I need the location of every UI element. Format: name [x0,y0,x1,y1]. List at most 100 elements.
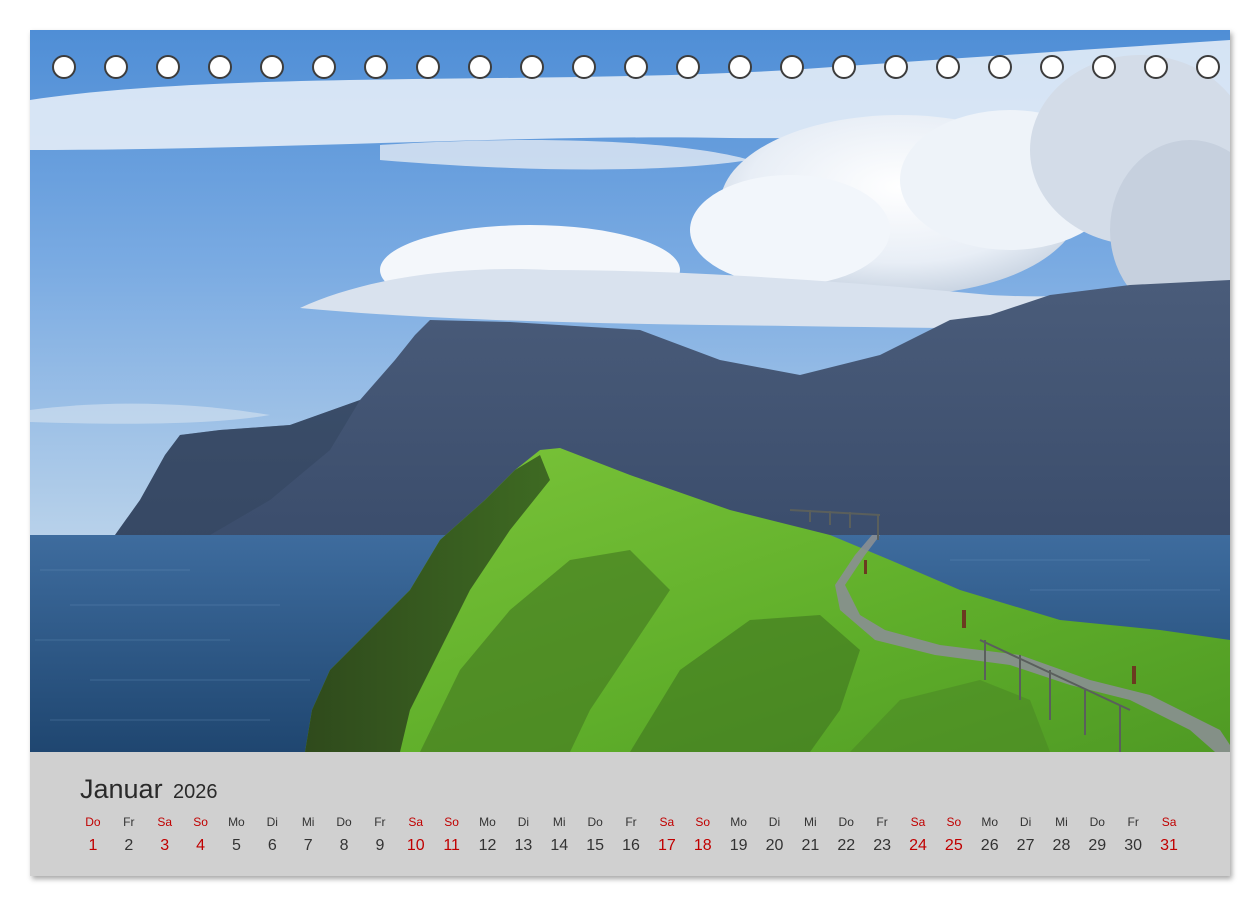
weekday-label: Mi [804,815,817,829]
weekday-label: Mi [1055,815,1068,829]
day-cell: So 11 [434,814,470,856]
day-number: 1 [88,837,98,854]
weekday-label: So [946,815,962,829]
day-number: 25 [944,837,963,854]
weekday-label: Di [1019,815,1032,829]
weekday-label: Fr [1127,815,1139,829]
weekday-label: Fr [374,815,386,829]
weekday-label: Fr [876,815,888,829]
day-cell: Mi 14 [541,814,577,856]
day-cell: Di 27 [1008,814,1044,856]
day-number: 20 [765,837,784,854]
day-cell: Fr 30 [1115,814,1151,856]
day-number: 31 [1160,837,1178,854]
day-cell: Mo 5 [218,814,254,856]
weekday-label: Mo [730,815,747,829]
day-number: 5 [231,837,241,854]
day-number: 16 [622,837,640,854]
weekday-label: So [444,815,459,829]
day-cell: Fr 9 [362,814,398,856]
day-cell: Mi 28 [1044,814,1080,856]
weekday-label: Mo [981,815,999,829]
weekday-label: Mo [228,815,245,829]
day-cell: So 18 [685,814,721,856]
day-number: 26 [980,837,999,854]
day-cell: Mi 21 [792,814,828,856]
day-cell: Do 1 [75,814,111,856]
day-number: 17 [657,837,676,854]
day-cell: Mo 19 [721,814,757,856]
weekday-label: Do [838,815,854,829]
day-number: 2 [124,837,134,854]
day-number: 21 [801,837,820,854]
day-cell: Sa 24 [900,814,936,856]
day-cell: Mo 26 [972,814,1008,856]
day-number: 28 [1052,837,1071,854]
day-number: 10 [406,837,425,854]
day-cell: So 4 [183,814,219,856]
day-number: 8 [339,837,349,854]
weekday-label: So [193,815,208,829]
day-number: 23 [873,837,891,854]
weekday-label: Sa [157,815,173,829]
day-number: 27 [1016,837,1035,854]
weekday-label: Di [768,815,781,829]
day-number: 14 [550,837,569,854]
weekday-label: Do [336,815,352,829]
day-number: 22 [837,837,856,854]
weekday-label: So [695,815,711,829]
day-cell: Di 6 [254,814,290,856]
day-cell: Sa 31 [1151,814,1187,856]
weekday-label: Do [1089,815,1105,829]
weekday-label: Mo [479,815,496,829]
day-cell: Do 8 [326,814,362,856]
days-grid: Do 1 Fr 2 Sa 3 So 4 Mo 5 Di 6 Mi 7 Do 8 Fr 9 Sa 10 So 11 Mo 12 D… [75,814,1187,856]
day-number: 6 [267,837,277,854]
day-cell: Do 22 [828,814,864,856]
weekday-label: Sa [659,815,675,829]
day-cell: Sa 10 [398,814,434,856]
day-cell: Mo 12 [470,814,506,856]
day-number: 12 [478,837,497,854]
weekday-label: Fr [123,815,135,829]
landscape-photo [30,30,1230,752]
weekday-label: Sa [1161,815,1177,829]
weekday-label: Do [85,815,101,829]
month-year: 2026 [173,781,218,803]
day-number: 7 [303,837,313,854]
day-number: 13 [514,837,533,854]
weekday-label: Sa [408,815,424,829]
day-number: 9 [375,837,385,854]
day-number: 15 [586,837,605,854]
day-number: 3 [160,837,170,854]
day-number: 18 [693,837,712,854]
month-heading: Januar 2026 [80,774,218,805]
weekday-label: Sa [910,815,926,829]
day-number: 11 [443,837,460,854]
weekday-label: Do [587,815,603,829]
weekday-label: Fr [625,815,637,829]
day-cell: Do 15 [577,814,613,856]
day-cell: Di 13 [505,814,541,856]
day-number: 4 [196,837,205,854]
day-cell: Di 20 [757,814,793,856]
weekday-label: Mi [301,815,315,829]
day-cell: So 25 [936,814,972,856]
weekday-label: Mi [552,815,566,829]
day-cell: Mi 7 [290,814,326,856]
day-cell: Do 29 [1079,814,1115,856]
day-number: 29 [1088,837,1107,854]
day-cell: Fr 16 [613,814,649,856]
day-cell: Fr 23 [864,814,900,856]
weekday-label: Di [266,815,278,829]
calendar-strip: Januar 2026 Do 1 Fr 2 Sa 3 So 4 Mo 5 Di 6 Mi 7 Do 8 Fr 9 S… [30,752,1230,876]
day-cell: Sa 3 [147,814,183,856]
weekday-label: Di [517,815,530,829]
day-number: 19 [729,837,748,854]
day-cell: Fr 2 [111,814,147,856]
day-cell: Sa 17 [649,814,685,856]
calendar-page: Januar 2026 Do 1 Fr 2 Sa 3 So 4 Mo 5 Di 6 Mi 7 Do 8 Fr 9 S… [30,30,1230,876]
day-number: 24 [909,837,927,854]
day-number: 30 [1124,837,1143,854]
month-name: Januar [80,774,163,804]
